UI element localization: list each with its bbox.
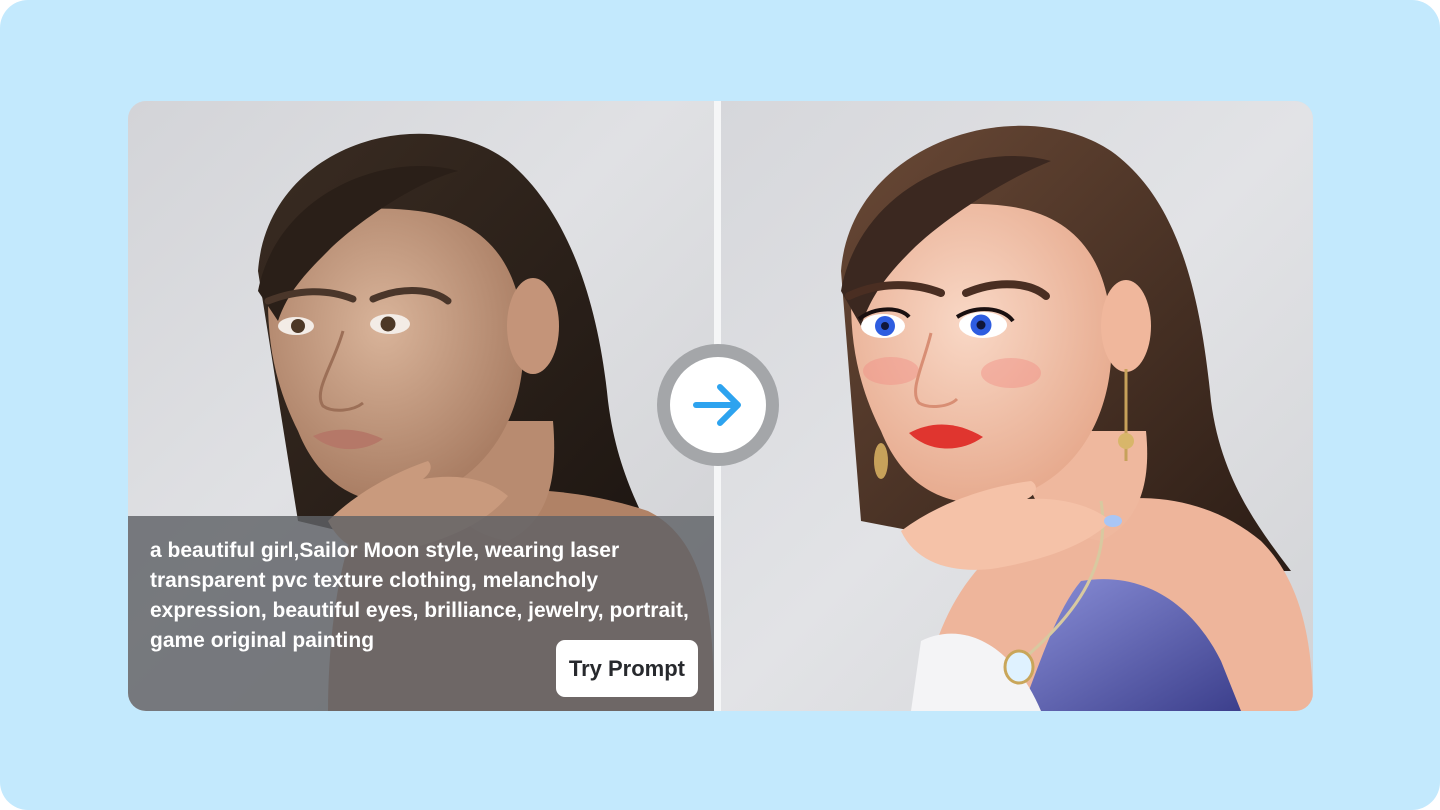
prompt-caption: a beautiful girl,Sailor Moon style, wear… (128, 516, 714, 711)
try-prompt-button[interactable]: Try Prompt (555, 640, 698, 697)
arrow-right-icon (693, 384, 741, 426)
prompt-text: a beautiful girl,Sailor Moon style, wear… (150, 539, 689, 652)
anime-style-portrait-illustration (841, 125, 1313, 711)
original-photo: a beautiful girl,Sailor Moon style, wear… (128, 101, 714, 711)
arrow-circle (657, 344, 779, 466)
generated-image (721, 101, 1313, 711)
